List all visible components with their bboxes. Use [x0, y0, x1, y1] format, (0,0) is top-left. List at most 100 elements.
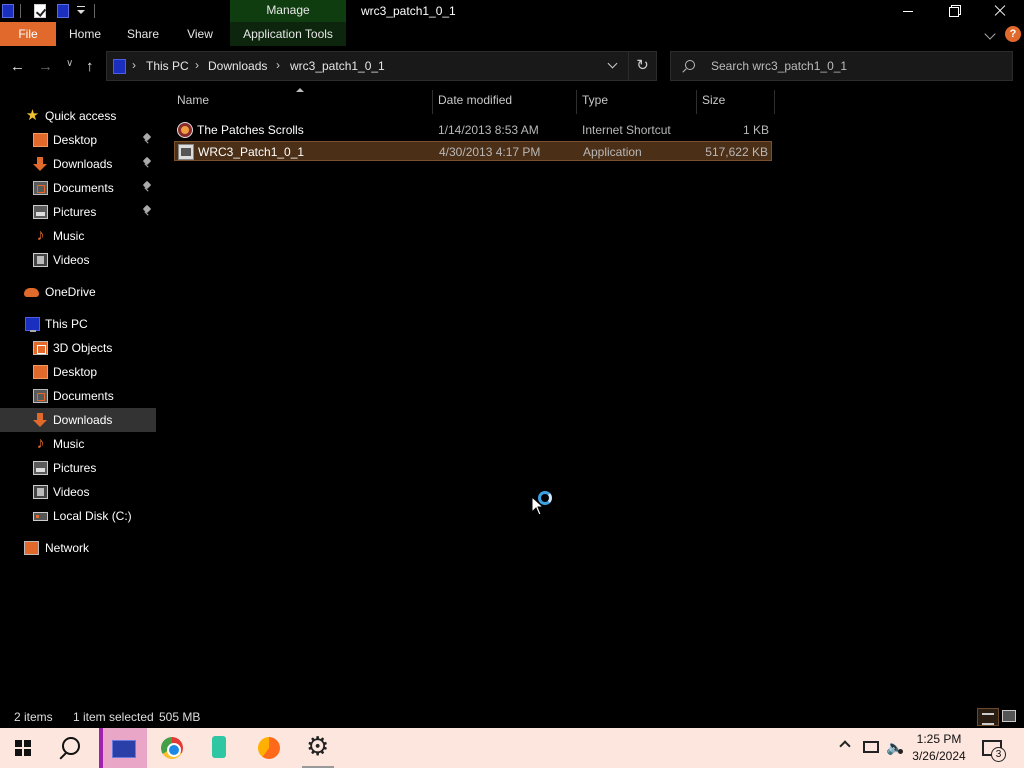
pin-icon[interactable] — [143, 158, 151, 168]
taskbar-search-icon[interactable] — [48, 728, 96, 768]
refresh-icon[interactable]: ↻ — [629, 51, 657, 81]
file-row-selected[interactable]: WRC3_Patch1_0_1 4/30/2013 4:17 PM Applic… — [174, 141, 772, 161]
sidebar-item-documents[interactable]: Documents — [0, 384, 156, 408]
large-icons-view-icon[interactable] — [1002, 710, 1016, 722]
column-divider[interactable] — [576, 90, 577, 114]
desktop-folder-icon — [33, 133, 48, 147]
sidebar-item-music[interactable]: ♪ Music — [0, 432, 156, 456]
clock[interactable]: 1:25 PM 3/26/2024 — [908, 731, 970, 765]
tab-share[interactable]: Share — [114, 22, 172, 46]
file-type: Application — [583, 145, 642, 159]
navigation-pane: ★ Quick access Desktop Downloads Documen… — [0, 100, 156, 580]
sidebar-item-documents[interactable]: Documents — [0, 176, 156, 200]
forward-arrow-icon[interactable]: → — [38, 58, 53, 75]
internet-shortcut-icon — [177, 122, 193, 138]
taskbar-settings-gear-icon[interactable] — [294, 728, 342, 768]
address-history-chevron-icon[interactable] — [607, 58, 618, 69]
search-icon — [685, 60, 695, 70]
column-header-name[interactable]: Name — [177, 93, 209, 107]
address-bar[interactable]: › This PC › Downloads › wrc3_patch1_0_1 — [106, 51, 629, 81]
sidebar-item-label: Documents — [53, 389, 114, 403]
sidebar-item-videos[interactable]: Videos — [0, 480, 156, 504]
pictures-icon — [33, 205, 48, 219]
sidebar-item-videos[interactable]: Videos — [0, 248, 156, 272]
ribbon-tabs: File Home Share View Application Tools ? — [0, 22, 1024, 46]
column-divider[interactable] — [696, 90, 697, 114]
show-hidden-icons-chevron-icon[interactable] — [839, 740, 851, 752]
back-arrow-icon[interactable]: ← — [10, 58, 25, 75]
sidebar-item-local-disk[interactable]: Local Disk (C:) — [0, 504, 156, 528]
start-button[interactable] — [0, 728, 48, 768]
column-header-type[interactable]: Type — [582, 93, 608, 107]
taskbar-chrome-icon[interactable] — [148, 728, 196, 768]
tab-file[interactable]: File — [0, 22, 56, 46]
close-button[interactable] — [977, 0, 1023, 22]
pin-icon[interactable] — [143, 206, 151, 216]
file-row[interactable]: The Patches Scrolls 1/14/2013 8:53 AM In… — [174, 120, 772, 140]
quick-access-new-folder-icon[interactable] — [57, 4, 69, 18]
tab-home[interactable]: Home — [56, 22, 114, 46]
customize-quick-access-dropdown-icon[interactable] — [76, 6, 86, 16]
up-arrow-icon[interactable]: ↑ — [86, 58, 94, 75]
quick-access-checkbox-icon[interactable] — [34, 4, 46, 18]
star-icon: ★ — [25, 107, 40, 124]
status-selection: 1 item selected — [73, 710, 154, 724]
taskbar-app-icon[interactable] — [196, 728, 244, 768]
file-name: WRC3_Patch1_0_1 — [198, 145, 305, 159]
sidebar-item-onedrive[interactable]: OneDrive — [0, 280, 156, 304]
sidebar-item-quick-access[interactable]: ★ Quick access — [0, 104, 156, 128]
breadcrumb-current-folder[interactable]: wrc3_patch1_0_1 — [290, 59, 385, 73]
sidebar-item-pictures[interactable]: Pictures — [0, 456, 156, 480]
downloads-arrow-icon — [33, 413, 48, 427]
breadcrumb-separator: › — [195, 58, 199, 72]
sidebar-item-downloads[interactable]: Downloads — [0, 152, 156, 176]
this-pc-icon — [113, 59, 126, 74]
sidebar-item-desktop[interactable]: Desktop — [0, 360, 156, 384]
documents-icon — [33, 389, 48, 403]
breadcrumb-separator: › — [132, 58, 136, 72]
breadcrumb-this-pc[interactable]: This PC — [146, 59, 189, 73]
sidebar-item-pictures[interactable]: Pictures — [0, 200, 156, 224]
busy-spinner-icon — [538, 491, 552, 505]
recent-locations-chevron-icon[interactable]: ∨ — [66, 58, 73, 69]
sidebar-item-label: Desktop — [53, 365, 98, 379]
sidebar-item-label: Pictures — [53, 205, 97, 219]
sidebar-item-network[interactable]: Network — [0, 536, 156, 560]
pin-icon[interactable] — [143, 134, 151, 144]
sidebar-item-label: Pictures — [53, 461, 97, 475]
pictures-icon — [33, 461, 48, 475]
network-tray-icon[interactable] — [863, 741, 879, 753]
sidebar-item-downloads-selected[interactable]: Downloads — [0, 408, 156, 432]
tab-view[interactable]: View — [172, 22, 228, 46]
search-box[interactable] — [670, 51, 1013, 81]
sidebar-item-label: Music — [53, 229, 85, 243]
sidebar-item-3d-objects[interactable]: 3D Objects — [0, 336, 156, 360]
help-icon[interactable]: ? — [1005, 26, 1021, 42]
pin-icon[interactable] — [143, 182, 151, 192]
column-header-size[interactable]: Size — [702, 93, 725, 107]
column-divider[interactable] — [432, 90, 433, 114]
taskbar-file-explorer-icon[interactable] — [99, 728, 147, 768]
search-input[interactable] — [711, 59, 1001, 73]
quick-access-properties-icon[interactable] — [2, 4, 14, 18]
breadcrumb-downloads[interactable]: Downloads — [208, 59, 267, 73]
sidebar-item-this-pc[interactable]: This PC — [0, 312, 156, 336]
music-note-icon: ♪ — [36, 435, 45, 452]
music-note-icon: ♪ — [36, 227, 45, 244]
tab-application-tools[interactable]: Application Tools — [230, 22, 346, 46]
minimize-button[interactable] — [885, 0, 931, 22]
file-date-modified: 4/30/2013 4:17 PM — [439, 145, 541, 159]
tray-indicator-icon — [898, 749, 903, 754]
clock-time: 1:25 PM — [916, 732, 962, 746]
sidebar-item-label: Downloads — [53, 413, 113, 427]
sidebar-item-desktop[interactable]: Desktop — [0, 128, 156, 152]
status-bar: 2 items 1 item selected 505 MB — [0, 707, 1024, 728]
column-header-date-modified[interactable]: Date modified — [438, 93, 512, 107]
taskbar-edge-icon[interactable] — [245, 728, 293, 768]
expand-ribbon-chevron-icon[interactable] — [984, 28, 996, 40]
column-divider[interactable] — [774, 90, 775, 114]
details-view-icon[interactable] — [977, 708, 999, 726]
restore-button[interactable] — [931, 0, 977, 22]
documents-icon — [33, 181, 48, 195]
sidebar-item-music[interactable]: ♪ Music — [0, 224, 156, 248]
